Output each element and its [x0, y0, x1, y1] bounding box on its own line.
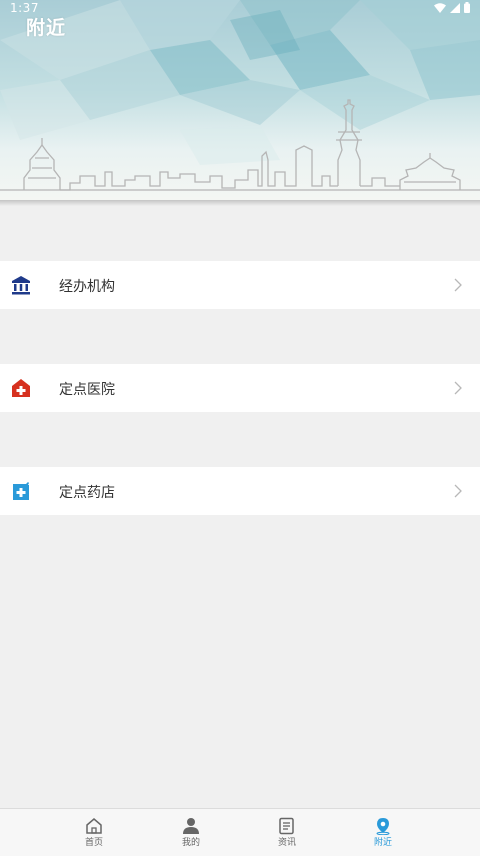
battery-icon — [464, 2, 470, 13]
menu-item-agency[interactable]: 经办机构 — [0, 261, 480, 309]
nav-label: 我的 — [181, 838, 200, 848]
institution-building-icon — [12, 276, 30, 295]
header-banner: 1:37 附近 — [0, 0, 480, 200]
user-icon — [183, 818, 199, 834]
menu-item-pharmacy[interactable]: 定点药店 — [0, 467, 480, 515]
nav-label: 附近 — [373, 838, 392, 848]
chevron-right-icon — [454, 381, 462, 395]
news-icon — [279, 817, 294, 835]
page-title: 附近 — [26, 17, 67, 39]
menu-item-label: 经办机构 — [59, 279, 115, 295]
home-icon — [86, 818, 102, 834]
bottom-nav: 首页 我的 资讯 附近 — [0, 808, 480, 856]
status-icons — [434, 2, 470, 13]
menu-item-label: 定点医院 — [59, 382, 115, 398]
chevron-right-icon — [454, 278, 462, 292]
chevron-right-icon — [454, 484, 462, 498]
nav-label: 资讯 — [277, 838, 296, 848]
nav-label: 首页 — [84, 838, 103, 848]
nav-item-home[interactable]: 首页 — [64, 809, 124, 856]
nav-item-mine[interactable]: 我的 — [161, 809, 221, 856]
pharmacy-plus-icon — [13, 482, 29, 500]
city-skyline-illustration — [0, 0, 480, 191]
wifi-icon — [434, 2, 446, 13]
menu-item-label: 定点药店 — [59, 485, 115, 501]
menu-item-hospital[interactable]: 定点医院 — [0, 364, 480, 412]
signal-icon — [450, 2, 460, 13]
hospital-cross-icon — [12, 379, 30, 397]
nav-item-news[interactable]: 资讯 — [257, 809, 317, 856]
nav-item-nearby[interactable]: 附近 — [353, 809, 413, 856]
location-pin-icon — [376, 818, 390, 835]
header-shadow — [0, 200, 480, 206]
